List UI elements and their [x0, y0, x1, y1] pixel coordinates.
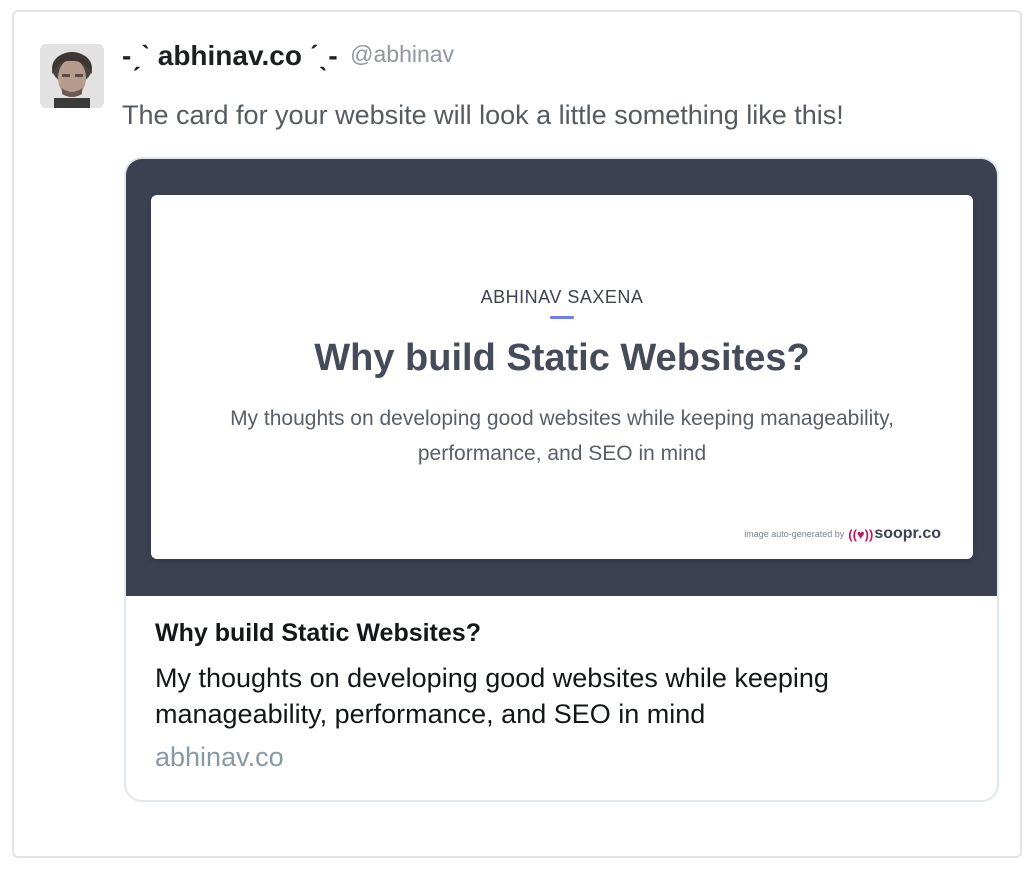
og-image-card: ABHINAV SAXENA Why build Static Websites…: [151, 195, 973, 559]
display-name[interactable]: -ˏˋ abhinav.co ˊˎ-: [122, 40, 338, 71]
link-preview-card[interactable]: ABHINAV SAXENA Why build Static Websites…: [124, 157, 999, 802]
tweet-text: The card for your website will look a li…: [122, 100, 844, 130]
og-divider: [550, 316, 574, 319]
card-description: My thoughts on developing good websites …: [155, 663, 829, 729]
og-description: My thoughts on developing good websites …: [230, 407, 894, 465]
preview-image[interactable]: ABHINAV SAXENA Why build Static Websites…: [126, 159, 997, 596]
og-author: ABHINAV SAXENA: [480, 287, 644, 307]
tweet-card: -ˏˋ abhinav.co ˊˎ- @abhinav The card for…: [12, 10, 1022, 858]
user-handle[interactable]: @abhinav: [350, 41, 454, 67]
avatar-photo-icon: [40, 44, 104, 108]
soopr-logo-icon: ((♥)): [848, 526, 874, 542]
card-title: Why build Static Websites?: [155, 619, 481, 647]
card-body: Why build Static Websites? My thoughts o…: [155, 619, 977, 773]
og-credit-text: image auto-generated by: [744, 529, 845, 539]
og-title: Why build Static Websites?: [314, 337, 810, 379]
avatar[interactable]: [40, 44, 104, 108]
card-domain: abhinav.co: [155, 742, 284, 772]
og-credit: image auto-generated by ((♥)) soopr.co: [744, 525, 941, 543]
tweet-header: -ˏˋ abhinav.co ˊˎ- @abhinav: [122, 40, 454, 72]
soopr-brand: soopr.co: [874, 525, 941, 542]
